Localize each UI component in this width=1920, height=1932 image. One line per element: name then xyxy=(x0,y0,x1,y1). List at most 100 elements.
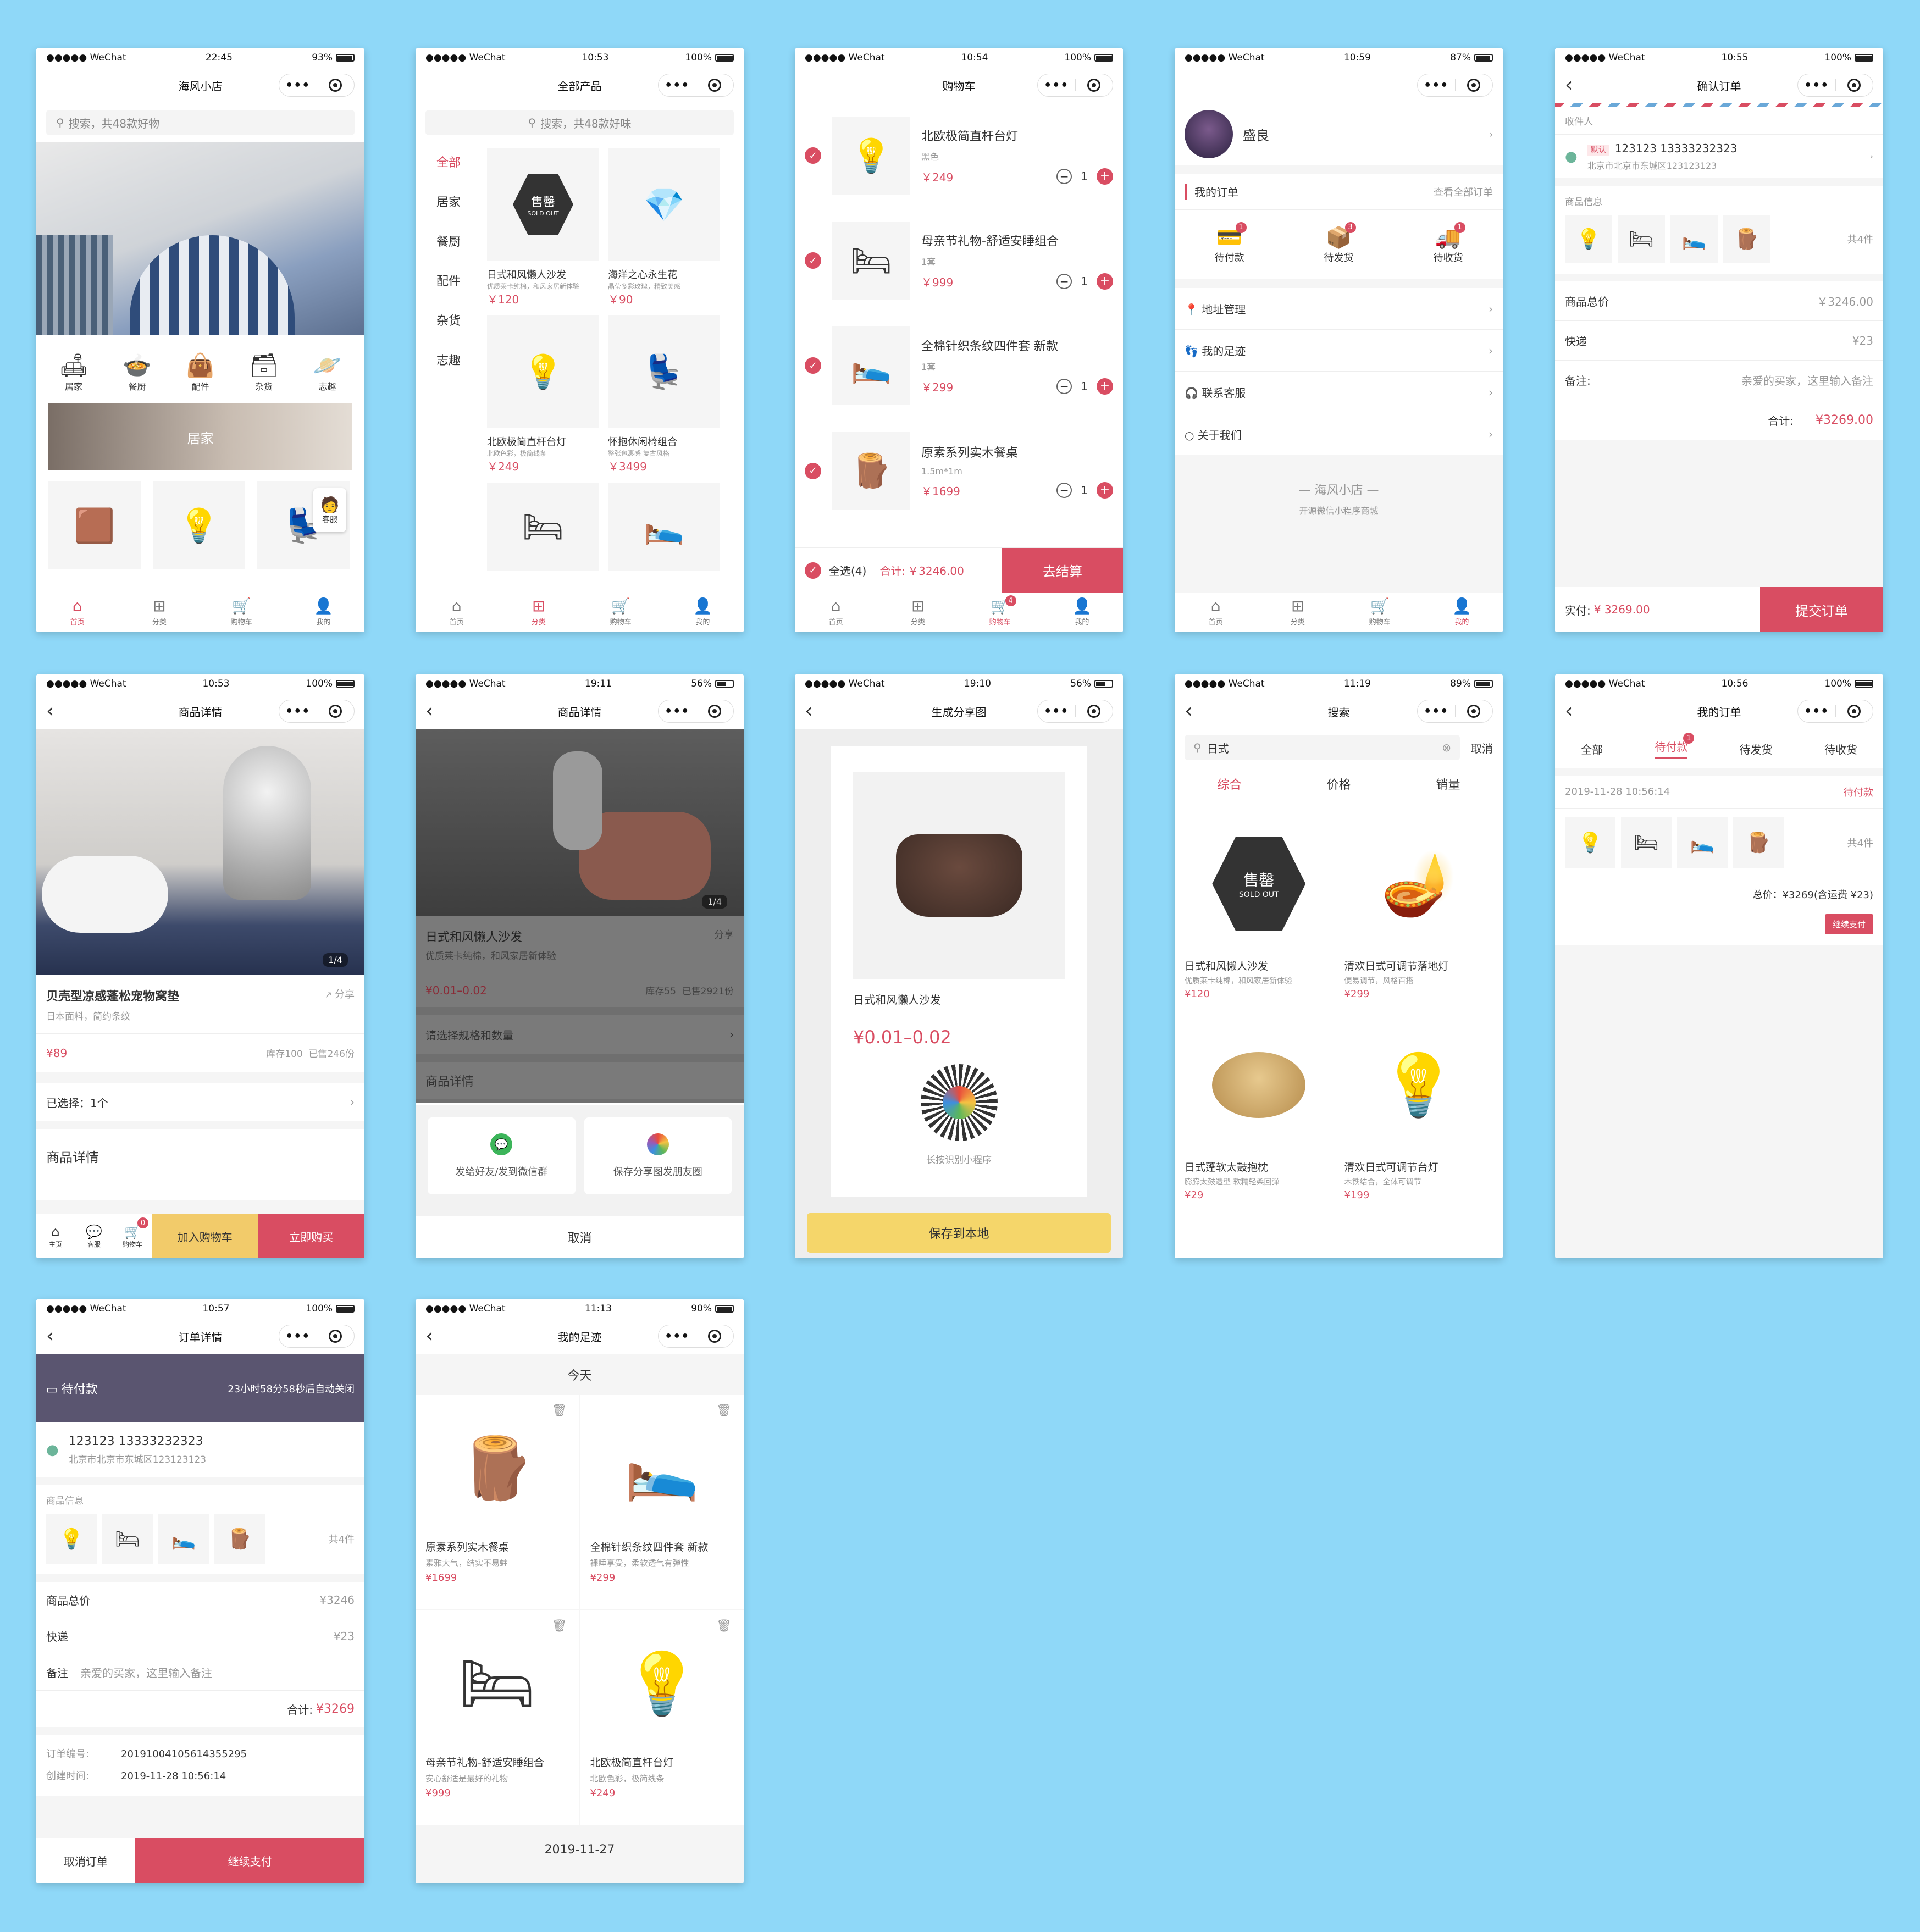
checkout-button[interactable]: 去结算 xyxy=(1002,548,1123,593)
close-target-icon[interactable] xyxy=(696,705,734,718)
close-target-icon[interactable] xyxy=(696,79,734,92)
capsule-menu[interactable]: ••• xyxy=(1037,74,1113,97)
tab-cart[interactable]: 🛒 购物车 xyxy=(580,593,662,632)
category-banner[interactable]: 居家 xyxy=(48,403,352,470)
sidebar-item[interactable]: 居家 xyxy=(416,192,487,232)
cart-button[interactable]: 🛒 购物车 0 xyxy=(113,1214,152,1258)
capsule-menu[interactable]: ••• xyxy=(1037,700,1113,723)
submit-order-button[interactable]: 提交订单 xyxy=(1760,587,1883,632)
close-target-icon[interactable] xyxy=(317,79,355,92)
capsule-menu[interactable]: ••• xyxy=(1797,74,1873,97)
sort-composite[interactable]: 综合 xyxy=(1217,775,1241,793)
close-target-icon[interactable] xyxy=(696,1330,734,1343)
sort-sales[interactable]: 销量 xyxy=(1436,775,1460,793)
back-icon[interactable]: ‹ xyxy=(1565,75,1573,95)
continue-pay-button[interactable]: 继续支付 xyxy=(135,1838,364,1883)
sidebar-item[interactable]: 志趣 xyxy=(416,351,487,390)
minus-button[interactable]: − xyxy=(1056,379,1072,394)
tab-all[interactable]: 全部 xyxy=(1581,741,1603,757)
more-icon[interactable]: ••• xyxy=(1798,705,1835,718)
tab-pending-pay[interactable]: 待付款 1 xyxy=(1655,733,1695,759)
minus-button[interactable]: − xyxy=(1056,483,1072,498)
plus-button[interactable]: + xyxy=(1097,378,1113,395)
capsule-menu[interactable]: ••• xyxy=(658,74,734,97)
share-button[interactable]: 分享 xyxy=(714,927,734,945)
cancel-button[interactable]: 取消 xyxy=(1471,740,1493,756)
plus-button[interactable]: + xyxy=(1097,482,1113,499)
more-icon[interactable]: ••• xyxy=(279,1330,317,1343)
footprint-card[interactable]: 🗑 🪵 原素系列实木餐桌 素雅大气，结实不易蛀 ¥1699 xyxy=(416,1395,579,1609)
share-to-friend-button[interactable]: 💬 发给好友/发到微信群 xyxy=(428,1117,576,1194)
tab-category[interactable]: ⊞ 分类 xyxy=(118,593,200,632)
category-item[interactable]: 👜 配件 xyxy=(186,352,214,392)
spec-selector[interactable]: 已选择：1个 › xyxy=(36,1083,364,1121)
tab-home[interactable]: ⌂ 首页 xyxy=(416,593,497,632)
more-icon[interactable]: ••• xyxy=(1418,79,1455,92)
goods-strip[interactable]: 💡 🛏 🛌 🪵 共4件 xyxy=(36,1514,364,1574)
trash-icon[interactable]: 🗑 xyxy=(716,1404,732,1418)
more-icon[interactable]: ••• xyxy=(1038,705,1075,718)
trash-icon[interactable]: 🗑 xyxy=(716,1619,732,1633)
minus-button[interactable]: − xyxy=(1056,169,1072,184)
close-target-icon[interactable] xyxy=(1456,705,1493,718)
all-orders-link[interactable]: 查看全部订单 xyxy=(1434,185,1493,199)
footprint-card[interactable]: 🗑 🛌 全棉针织条纹四件套 新款 裸睡享受，柔软透气有弹性 ¥299 xyxy=(580,1395,744,1609)
goods-strip[interactable]: 💡 🛏 🛌 🪵 共4件 xyxy=(1555,215,1883,274)
category-item[interactable]: 🗃 杂货 xyxy=(249,352,278,392)
category-item[interactable]: 🍲 餐厨 xyxy=(123,352,151,392)
check-icon[interactable]: ✓ xyxy=(805,252,821,269)
close-target-icon[interactable] xyxy=(317,705,355,718)
order-card[interactable]: 2019-11-28 10:56:14 待付款 💡 🛏 🛌 🪵 共4件 总价：¥3269(… xyxy=(1555,776,1883,945)
more-icon[interactable]: ••• xyxy=(659,1330,696,1343)
result-card[interactable]: 🪔 清欢日式可调节落地灯 便易调节，风格百搭 ¥299 xyxy=(1344,810,1493,1000)
check-icon[interactable]: ✓ xyxy=(805,357,821,374)
plus-button[interactable]: + xyxy=(1097,168,1113,185)
check-icon[interactable]: ✓ xyxy=(805,462,821,479)
tab-category[interactable]: ⊞ 分类 xyxy=(877,593,959,632)
close-target-icon[interactable] xyxy=(1836,705,1873,718)
search-input[interactable]: ⚲ 搜索，共48款好味 xyxy=(425,110,734,135)
menu-item-footprint[interactable]: 👣 我的足迹 › xyxy=(1175,330,1503,372)
close-target-icon[interactable] xyxy=(1076,705,1113,718)
tab-me[interactable]: 👤 我的 xyxy=(1421,593,1503,632)
menu-item-about[interactable]: ○ 关于我们 › xyxy=(1175,413,1503,455)
service-button[interactable]: 💬 客服 xyxy=(75,1214,113,1258)
clear-icon[interactable]: ⊗ xyxy=(1442,741,1451,754)
back-icon[interactable]: ‹ xyxy=(46,701,54,721)
select-all-icon[interactable]: ✓ xyxy=(805,562,821,579)
select-all-label[interactable]: 全选(4) xyxy=(829,562,866,578)
sidebar-item[interactable]: 全部 xyxy=(416,153,487,192)
more-icon[interactable]: ••• xyxy=(1798,79,1835,92)
tab-me[interactable]: 👤 我的 xyxy=(283,593,364,632)
note-input[interactable]: 亲爱的买家，这里输入备注 xyxy=(80,1664,212,1680)
trash-icon[interactable]: 🗑 xyxy=(552,1619,567,1633)
back-icon[interactable]: ‹ xyxy=(46,1326,54,1346)
tab-home[interactable]: ⌂ 首页 xyxy=(1175,593,1257,632)
more-icon[interactable]: ••• xyxy=(659,705,696,718)
save-share-image-button[interactable]: 保存分享图发朋友圈 xyxy=(584,1117,732,1194)
result-card[interactable]: 💡 清欢日式可调节台灯 木铁结合，全体可调节 ¥199 xyxy=(1344,1011,1493,1201)
tab-me[interactable]: 👤 我的 xyxy=(1041,593,1123,632)
tab-home[interactable]: ⌂ 首页 xyxy=(795,593,877,632)
product-thumb[interactable]: 🟫 xyxy=(48,481,141,569)
product-thumb[interactable]: 💺 🧑 客服 xyxy=(257,481,350,569)
footprint-card[interactable]: 🗑 🛏 母亲节礼物-舒适安睡组合 安心舒适是最好的礼物 ¥999 xyxy=(416,1610,579,1825)
home-button[interactable]: ⌂ 主页 xyxy=(36,1214,75,1258)
close-target-icon[interactable] xyxy=(1836,79,1873,92)
close-target-icon[interactable] xyxy=(317,1330,355,1343)
capsule-menu[interactable]: ••• xyxy=(658,700,734,723)
menu-item-service[interactable]: 🎧 联系客服 › xyxy=(1175,372,1503,413)
plus-button[interactable]: + xyxy=(1097,273,1113,290)
product-card[interactable]: 💺 怀抱休闲椅组合 整张包裹感 复古风格 ￥3499 xyxy=(608,315,720,474)
close-target-icon[interactable] xyxy=(1076,79,1113,92)
continue-pay-button[interactable]: 继续支付 xyxy=(1824,914,1873,934)
product-card[interactable]: 💡 北欧极简直杆台灯 北欧色彩，极简线条 ￥249 xyxy=(487,315,599,474)
close-target-icon[interactable] xyxy=(1456,79,1493,92)
sort-price[interactable]: 价格 xyxy=(1326,775,1351,793)
tab-home[interactable]: ⌂ 首页 xyxy=(36,593,118,632)
order-state-pending-pay[interactable]: 💳 待付款 1 xyxy=(1215,222,1247,264)
product-thumb[interactable]: 💡 xyxy=(153,481,245,569)
more-icon[interactable]: ••• xyxy=(659,79,696,92)
tab-cart[interactable]: 🛒 购物车 xyxy=(201,593,283,632)
user-header[interactable]: 盛良 › xyxy=(1175,103,1503,165)
